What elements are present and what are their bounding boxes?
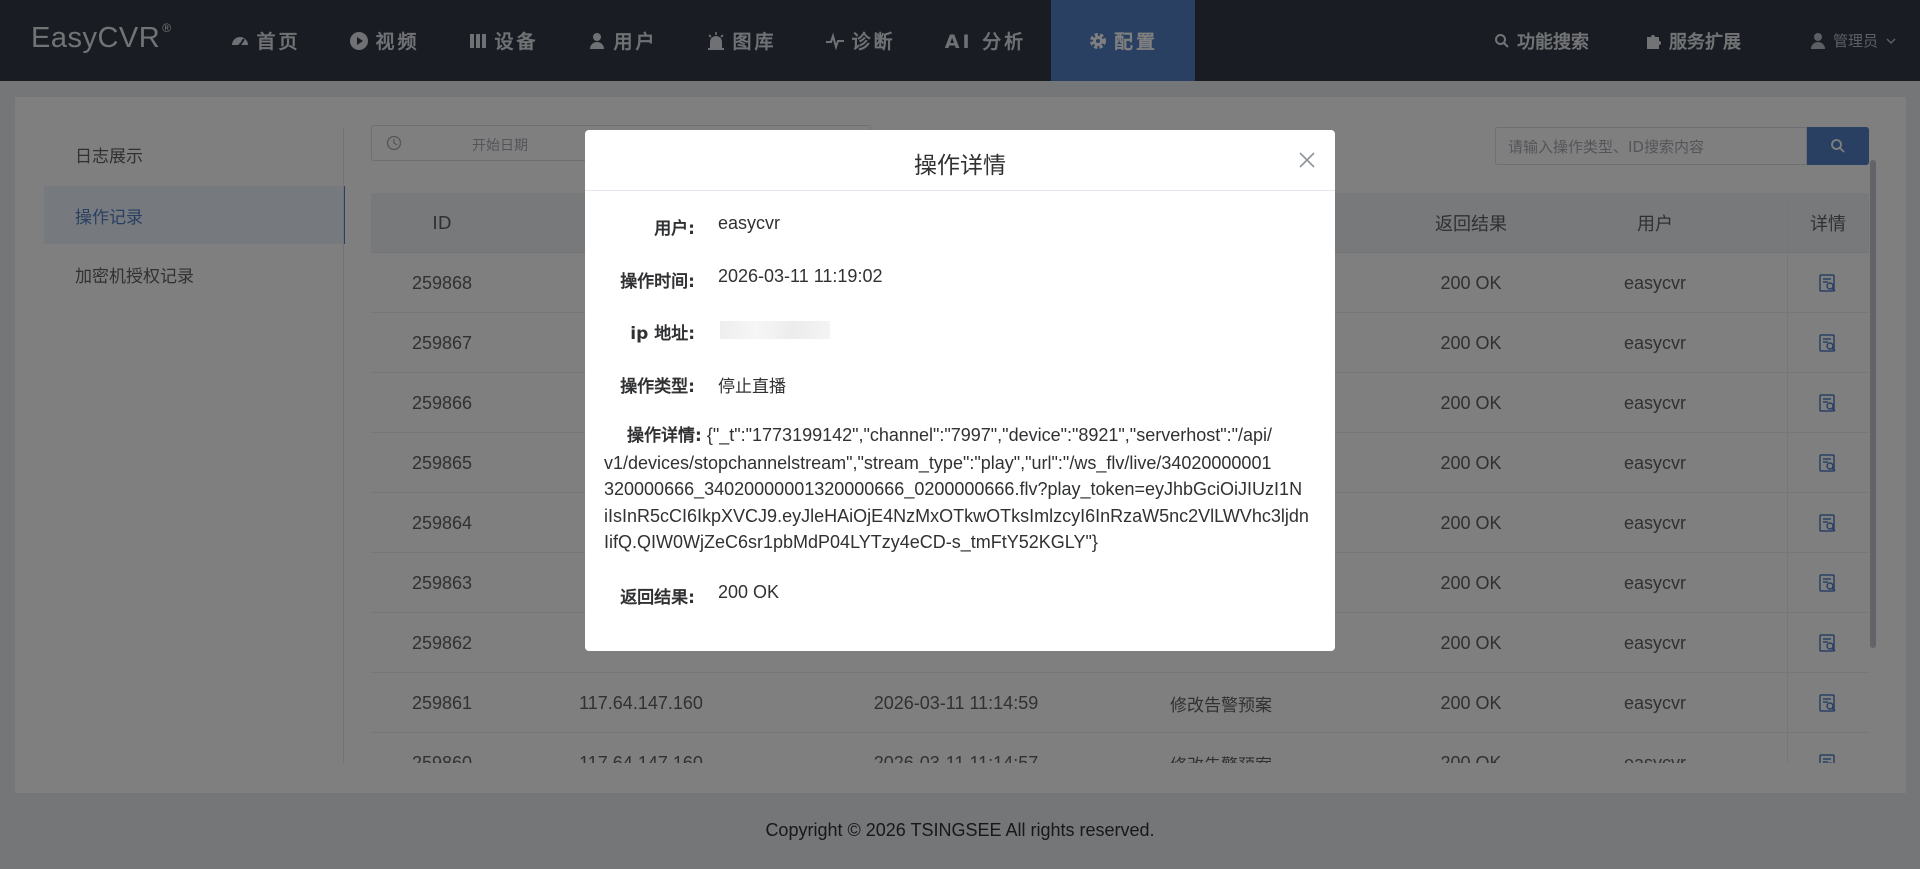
user-label: 用户: [654, 219, 695, 239]
result-value: 200 OK [718, 582, 780, 602]
ip-address-label: ip 地址: [630, 324, 695, 344]
operation-type-label: 操作类型: [620, 377, 695, 397]
operation-detail-line: IifQ.QIW0WjZeC6sr1pbMdP04LYTzy4eCD-s_tmF… [604, 532, 1098, 552]
dialog-header: 操作详情 [585, 130, 1335, 191]
operation-detail-line: 320000666_34020000001320000666_020000066… [604, 479, 1303, 499]
operation-detail-label: 操作详情: [627, 426, 702, 446]
operation-detail-dialog: 操作详情 用户: easycvr 操作时间: 2026-03-11 11:19:… [585, 130, 1335, 651]
dialog-title: 操作详情 [914, 153, 1006, 179]
operation-type-value: 停止直播 [718, 377, 786, 397]
operation-detail-line: v1/devices/stopchannelstream","stream_ty… [604, 452, 1272, 473]
result-label: 返回结果: [620, 588, 695, 608]
user-value: easycvr [718, 213, 781, 233]
operation-detail-line: iIsInR5cCI6IkpXVCJ9.eyJleHAiOjE4NzMxOTkw… [604, 505, 1309, 526]
close-icon[interactable] [1295, 148, 1319, 172]
operation-time-label: 操作时间: [620, 272, 695, 292]
operation-time-value: 2026-03-11 11:19:02 [718, 266, 883, 286]
operation-detail-line: {"_t":"1773199142","channel":"7997","dev… [706, 425, 1273, 445]
operation-detail-block: 操作详情: {"_t":"1773199142","channel":"7997… [604, 422, 1314, 556]
ip-address-value-redacted [720, 321, 830, 339]
